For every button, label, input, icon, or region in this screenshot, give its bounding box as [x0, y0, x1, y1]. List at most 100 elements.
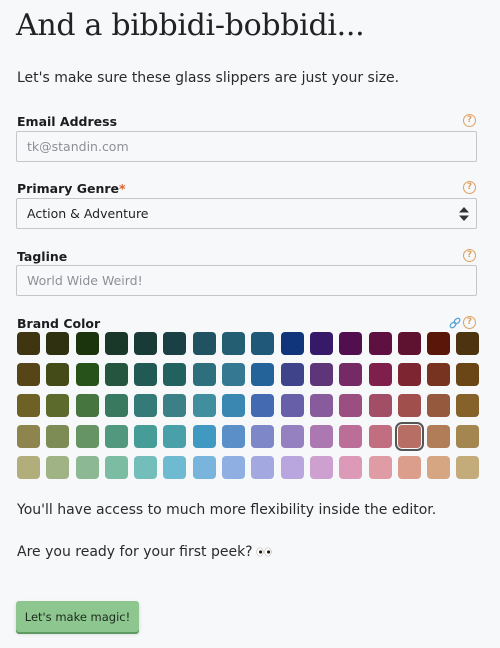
- color-swatch[interactable]: [309, 456, 333, 479]
- page-title: And a bibbidi-bobbidi...: [16, 8, 365, 43]
- primary-genre-label: Primary Genre*: [17, 181, 126, 196]
- color-swatch[interactable]: [222, 332, 246, 355]
- color-swatch[interactable]: [456, 394, 480, 417]
- color-swatch[interactable]: [46, 394, 70, 417]
- color-swatch[interactable]: [104, 425, 128, 448]
- color-swatch[interactable]: [251, 394, 275, 417]
- color-swatch[interactable]: [368, 332, 392, 355]
- color-swatch[interactable]: [339, 332, 363, 355]
- color-swatch[interactable]: [280, 425, 304, 448]
- color-swatch[interactable]: [17, 363, 40, 386]
- color-swatch[interactable]: [134, 456, 158, 479]
- color-swatch[interactable]: [192, 456, 216, 479]
- color-swatch[interactable]: [397, 394, 421, 417]
- color-swatch[interactable]: [427, 425, 451, 448]
- color-swatch[interactable]: [280, 394, 304, 417]
- genre-help-icon[interactable]: ?: [463, 181, 476, 194]
- color-swatch[interactable]: [339, 363, 363, 386]
- color-swatch[interactable]: [251, 363, 275, 386]
- color-swatch[interactable]: [192, 332, 216, 355]
- color-swatch[interactable]: [17, 456, 40, 479]
- color-swatch[interactable]: [134, 394, 158, 417]
- color-swatch[interactable]: [251, 425, 275, 448]
- color-swatch[interactable]: [222, 425, 246, 448]
- color-swatch[interactable]: [427, 394, 451, 417]
- color-swatch[interactable]: [394, 422, 424, 451]
- tagline-help-icon[interactable]: ?: [463, 249, 476, 262]
- color-swatch[interactable]: [222, 456, 246, 479]
- primary-genre-select[interactable]: Action & Adventure: [16, 198, 477, 229]
- email-input[interactable]: [16, 131, 477, 162]
- email-help-icon[interactable]: ?: [463, 114, 476, 127]
- flexibility-note: You'll have access to much more flexibil…: [17, 502, 437, 518]
- color-swatch[interactable]: [456, 363, 480, 386]
- primary-genre-value: Action & Adventure: [27, 206, 149, 221]
- color-swatch[interactable]: [251, 456, 275, 479]
- color-swatch[interactable]: [339, 425, 363, 448]
- color-swatch[interactable]: [163, 394, 187, 417]
- color-swatch[interactable]: [163, 456, 187, 479]
- color-swatch[interactable]: [192, 363, 216, 386]
- color-swatch[interactable]: [46, 425, 70, 448]
- color-swatch[interactable]: [309, 394, 333, 417]
- brand-color-label: Brand Color: [17, 316, 101, 331]
- color-swatch[interactable]: [427, 363, 451, 386]
- eyes-icon: [255, 547, 272, 557]
- color-swatch[interactable]: [75, 394, 99, 417]
- color-swatch[interactable]: [163, 363, 187, 386]
- color-swatch[interactable]: [17, 394, 40, 417]
- color-swatch[interactable]: [427, 456, 451, 479]
- color-swatch[interactable]: [280, 332, 304, 355]
- link-icon[interactable]: [449, 317, 461, 329]
- color-swatch[interactable]: [456, 456, 480, 479]
- color-swatch[interactable]: [192, 394, 216, 417]
- color-swatch[interactable]: [368, 456, 392, 479]
- color-swatch[interactable]: [104, 456, 128, 479]
- color-swatch[interactable]: [456, 332, 480, 355]
- color-swatch[interactable]: [222, 363, 246, 386]
- color-swatch[interactable]: [104, 394, 128, 417]
- color-swatch[interactable]: [397, 456, 421, 479]
- color-swatch[interactable]: [280, 456, 304, 479]
- color-swatch[interactable]: [17, 425, 40, 448]
- brand-color-help-icon[interactable]: ?: [463, 316, 476, 329]
- color-swatch[interactable]: [134, 332, 158, 355]
- color-swatch[interactable]: [368, 394, 392, 417]
- color-swatch[interactable]: [75, 332, 99, 355]
- color-swatch[interactable]: [75, 363, 99, 386]
- tagline-label: Tagline: [17, 249, 68, 264]
- color-swatch[interactable]: [134, 363, 158, 386]
- make-magic-button[interactable]: Let's make magic!: [16, 601, 139, 632]
- color-swatch[interactable]: [46, 332, 70, 355]
- color-swatch[interactable]: [134, 425, 158, 448]
- color-swatch[interactable]: [309, 332, 333, 355]
- color-swatch[interactable]: [75, 456, 99, 479]
- color-swatch[interactable]: [251, 332, 275, 355]
- color-swatch[interactable]: [368, 363, 392, 386]
- color-swatch[interactable]: [46, 456, 70, 479]
- color-swatch[interactable]: [397, 363, 421, 386]
- color-swatch[interactable]: [75, 425, 99, 448]
- color-swatch[interactable]: [163, 332, 187, 355]
- peek-question-text: Are you ready for your first peek?: [17, 544, 253, 560]
- color-swatch[interactable]: [427, 332, 451, 355]
- color-swatch[interactable]: [46, 363, 70, 386]
- color-swatch[interactable]: [397, 332, 421, 355]
- color-swatch[interactable]: [280, 363, 304, 386]
- color-swatch[interactable]: [309, 363, 333, 386]
- color-swatch[interactable]: [368, 425, 392, 448]
- color-swatch[interactable]: [163, 425, 187, 448]
- color-swatch[interactable]: [309, 425, 333, 448]
- color-swatch[interactable]: [339, 456, 363, 479]
- color-swatch[interactable]: [339, 394, 363, 417]
- tagline-input[interactable]: [16, 265, 477, 296]
- color-swatch[interactable]: [192, 425, 216, 448]
- color-swatch[interactable]: [104, 332, 128, 355]
- color-swatch[interactable]: [222, 394, 246, 417]
- brand-color-palette: [17, 332, 480, 479]
- color-swatch[interactable]: [104, 363, 128, 386]
- color-swatch[interactable]: [456, 425, 480, 448]
- select-updown-icon: [459, 207, 469, 221]
- color-swatch[interactable]: [17, 332, 40, 355]
- required-marker: *: [119, 181, 126, 196]
